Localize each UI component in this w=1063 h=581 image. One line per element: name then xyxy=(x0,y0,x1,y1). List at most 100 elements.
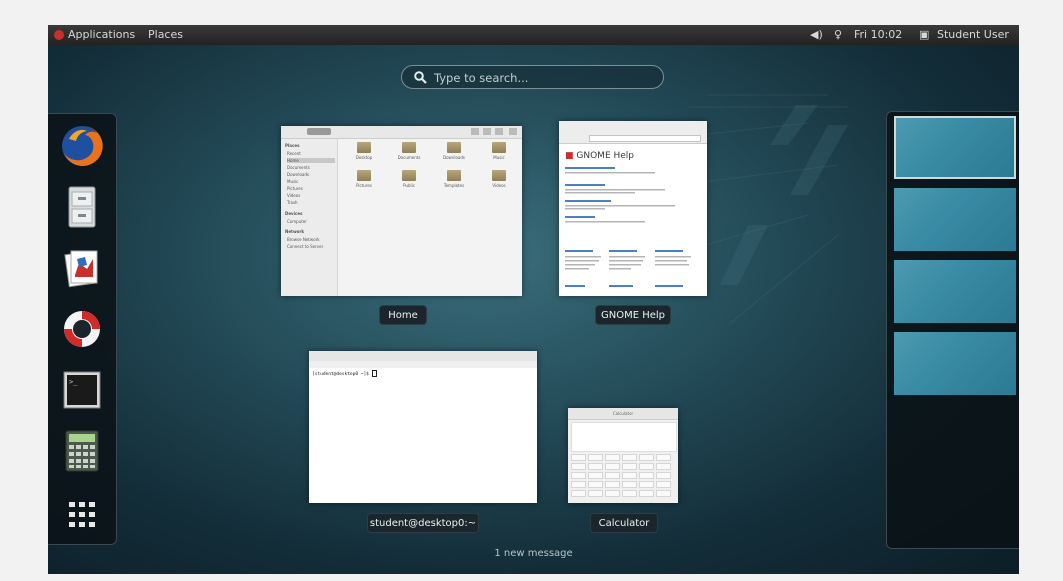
calculator-key[interactable] xyxy=(656,472,671,479)
folder-grid: Desktop Documents Downloads Music Pictures Pu… xyxy=(341,142,521,242)
folder-item[interactable]: Pictures xyxy=(347,170,381,188)
view-icon[interactable] xyxy=(483,128,491,135)
window-label-gnome-help[interactable]: GNOME Help xyxy=(595,305,671,325)
calculator-key[interactable] xyxy=(656,463,671,470)
calculator-key[interactable] xyxy=(571,454,586,461)
user-menu[interactable]: Student User xyxy=(937,28,1009,41)
close-icon[interactable] xyxy=(509,128,517,135)
clock[interactable]: Fri 10:02 xyxy=(854,28,902,41)
folder-label: Music xyxy=(493,155,505,160)
firefox-icon[interactable] xyxy=(59,123,105,169)
terminal-prompt[interactable]: [student@desktop0 ~]$ xyxy=(312,370,377,377)
terminal-icon[interactable]: >_ xyxy=(59,367,105,413)
workspace-2[interactable] xyxy=(894,188,1016,251)
calculator-key[interactable] xyxy=(622,463,637,470)
sidebar-item-connect-server[interactable]: Connect to Server xyxy=(287,244,323,249)
workspace-1[interactable] xyxy=(894,116,1016,179)
folder-item[interactable]: Music xyxy=(482,142,516,160)
workspace-4[interactable] xyxy=(894,332,1016,395)
window-label-calculator[interactable]: Calculator xyxy=(590,513,658,533)
sidebar-item-trash[interactable]: Trash xyxy=(287,200,298,205)
calculator-key[interactable] xyxy=(588,472,603,479)
help-lifebuoy-icon[interactable] xyxy=(59,306,105,352)
sidebar-item-home[interactable]: Home xyxy=(287,158,335,163)
calculator-key[interactable] xyxy=(571,472,586,479)
calculator-key[interactable] xyxy=(656,481,671,488)
folder-label: Pictures xyxy=(356,183,372,188)
menu-icon[interactable] xyxy=(495,128,503,135)
file-cabinet-icon[interactable] xyxy=(59,184,105,230)
calculator-key[interactable] xyxy=(571,481,586,488)
sidebar-item-documents[interactable]: Documents xyxy=(287,165,310,170)
calculator-key[interactable] xyxy=(605,481,620,488)
home-sidebar: Places Recent Home Documents Downloads Music… xyxy=(281,139,338,296)
window-label-home[interactable]: Home xyxy=(379,305,427,325)
help-toolbar xyxy=(559,121,707,144)
home-path-button[interactable] xyxy=(307,128,331,135)
accessibility-icon[interactable]: ♀ xyxy=(834,28,842,41)
calculator-key[interactable] xyxy=(605,463,620,470)
calculator-key[interactable] xyxy=(588,490,603,497)
folder-label: Downloads xyxy=(443,155,465,160)
sidebar-item-downloads[interactable]: Downloads xyxy=(287,172,309,177)
calculator-key[interactable] xyxy=(605,490,620,497)
sidebar-heading-places: Places xyxy=(285,143,300,148)
window-home[interactable]: Places Recent Home Documents Downloads Music… xyxy=(281,126,522,296)
sidebar-item-recent[interactable]: Recent xyxy=(287,151,301,156)
calculator-key[interactable] xyxy=(639,481,654,488)
calculator-key[interactable] xyxy=(639,472,654,479)
calculator-key[interactable] xyxy=(605,472,620,479)
calculator-key[interactable] xyxy=(622,490,637,497)
sidebar-item-pictures[interactable]: Pictures xyxy=(287,186,303,191)
calculator-key[interactable] xyxy=(639,463,654,470)
search-box[interactable] xyxy=(401,65,664,89)
dash: >_ xyxy=(48,113,117,545)
folder-icon xyxy=(492,170,506,181)
folder-item[interactable]: Public xyxy=(392,170,426,188)
applications-menu-icon[interactable] xyxy=(54,30,64,40)
sidebar-item-computer[interactable]: Computer xyxy=(287,219,307,224)
calculator-key[interactable] xyxy=(656,454,671,461)
home-titlebar xyxy=(281,126,522,139)
volume-icon[interactable]: ◀) xyxy=(810,28,823,41)
calculator-key[interactable] xyxy=(588,454,603,461)
app-grid-icon[interactable] xyxy=(59,492,105,538)
search-icon[interactable] xyxy=(471,128,479,135)
folder-item[interactable]: Videos xyxy=(482,170,516,188)
calculator-key[interactable] xyxy=(622,481,637,488)
window-terminal[interactable]: [student@desktop0 ~]$ xyxy=(309,351,537,503)
documents-icon[interactable] xyxy=(59,245,105,291)
folder-label: Documents xyxy=(397,155,421,160)
window-calculator[interactable]: Calculator xyxy=(568,408,678,503)
calculator-key[interactable] xyxy=(622,454,637,461)
calculator-key[interactable] xyxy=(622,472,637,479)
calculator-key[interactable] xyxy=(639,490,654,497)
calculator-key[interactable] xyxy=(639,454,654,461)
window-label-terminal[interactable]: student@desktop0:~ xyxy=(367,513,479,533)
folder-item[interactable]: Documents xyxy=(392,142,426,160)
sidebar-item-videos[interactable]: Videos xyxy=(287,193,300,198)
search-input[interactable] xyxy=(432,68,656,88)
calculator-key[interactable] xyxy=(571,490,586,497)
folder-item[interactable]: Templates xyxy=(437,170,471,188)
folder-item[interactable]: Desktop xyxy=(347,142,381,160)
help-address-bar[interactable] xyxy=(589,135,701,142)
user-chat-icon[interactable]: ▣ xyxy=(919,28,929,41)
folder-item[interactable]: Downloads xyxy=(437,142,471,160)
window-gnome-help[interactable]: ■ GNOME Help xyxy=(559,121,707,296)
calculator-key[interactable] xyxy=(588,481,603,488)
calculator-icon[interactable] xyxy=(59,428,105,474)
folder-icon xyxy=(447,142,461,153)
workspace-3[interactable] xyxy=(894,260,1016,323)
calculator-key[interactable] xyxy=(605,454,620,461)
sidebar-item-browse-network[interactable]: Browse Network xyxy=(287,237,320,242)
notification-message[interactable]: 1 new message xyxy=(48,548,1019,559)
calculator-key[interactable] xyxy=(656,490,671,497)
calculator-display xyxy=(571,422,677,452)
sidebar-item-music[interactable]: Music xyxy=(287,179,298,184)
workspace-switcher xyxy=(886,111,1019,549)
places-menu[interactable]: Places xyxy=(148,28,183,41)
calculator-key[interactable] xyxy=(588,463,603,470)
applications-menu[interactable]: Applications xyxy=(68,28,135,41)
calculator-key[interactable] xyxy=(571,463,586,470)
